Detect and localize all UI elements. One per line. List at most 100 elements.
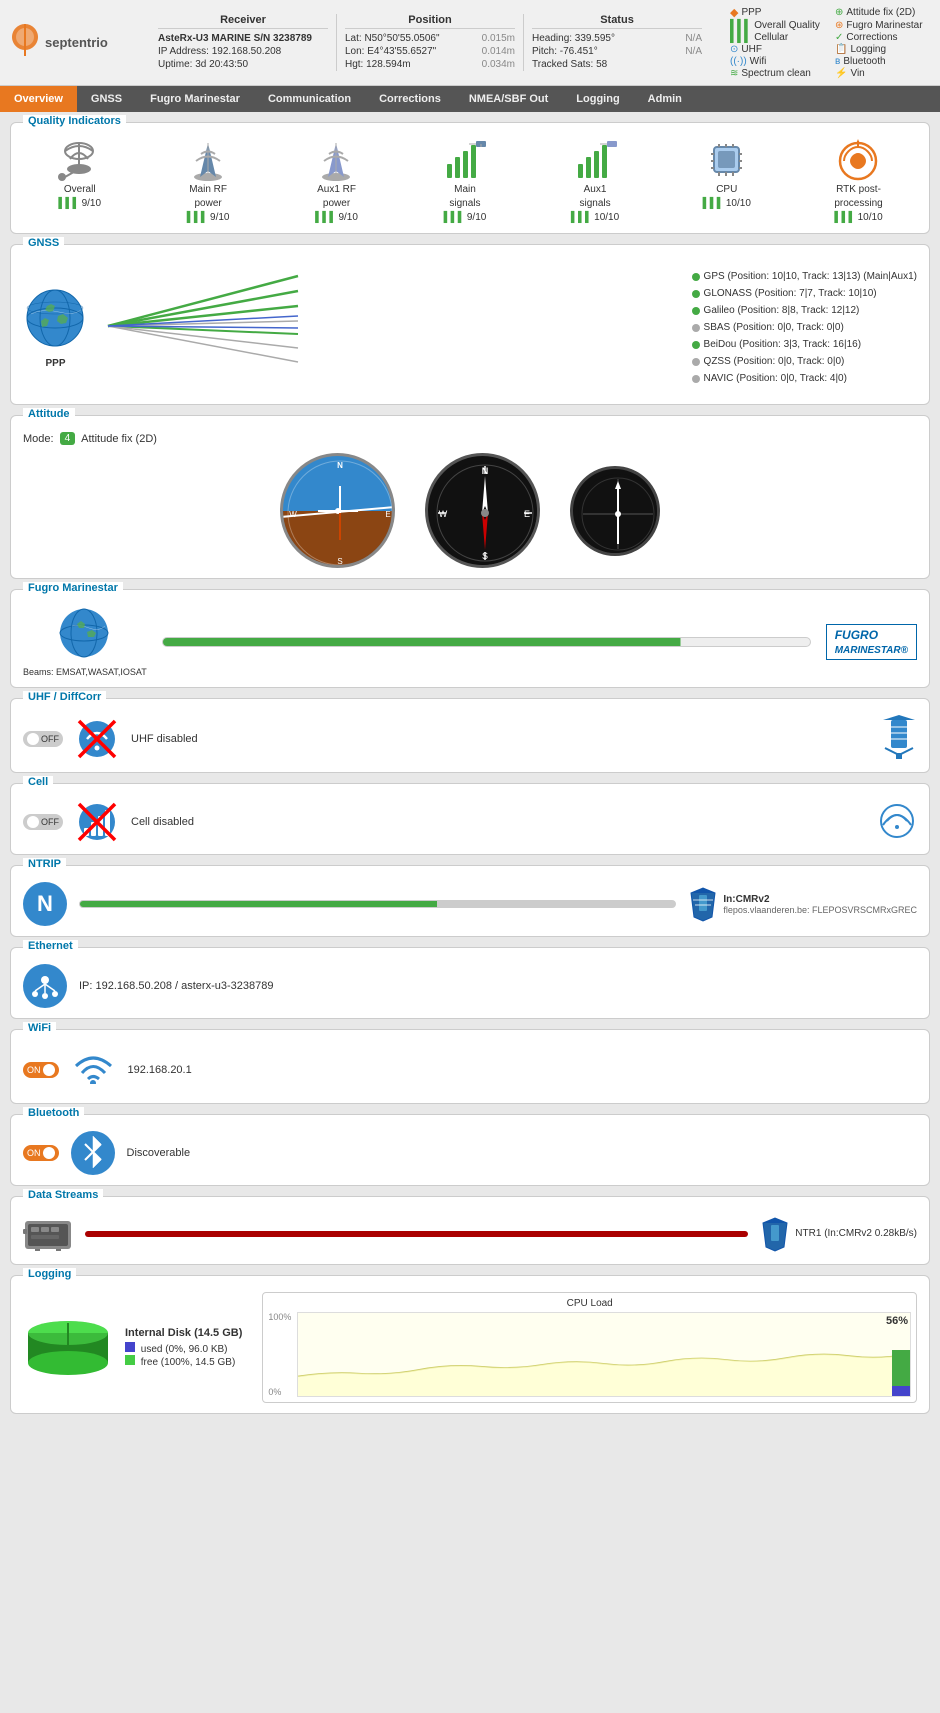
nav-logging[interactable]: Logging bbox=[562, 86, 633, 112]
beidou-dot bbox=[692, 341, 700, 349]
cpu-bars-icon: ▌▌▌ bbox=[703, 198, 724, 209]
galileo-dot bbox=[692, 307, 700, 315]
ds-stream-label: NTR1 (In:CMRv2 0.28kB/s) bbox=[795, 1228, 917, 1239]
quality-grid: Overall ▌▌▌ 9/10 Main bbox=[23, 131, 917, 223]
overall-bars-icon: ▌▌▌ bbox=[58, 198, 79, 209]
aux1-signals-icon bbox=[573, 139, 618, 181]
spectrum-icon: ≋ bbox=[730, 68, 738, 79]
main-signals-icon bbox=[442, 139, 487, 181]
uhf-tower-icon bbox=[881, 715, 917, 762]
cpu-0-label: 0% bbox=[268, 1387, 291, 1397]
attitude-mode-text: Attitude fix (2D) bbox=[81, 433, 157, 445]
nav-corrections[interactable]: Corrections bbox=[365, 86, 455, 112]
quality-main-rf: Main RF power ▌▌▌ 9/10 bbox=[186, 139, 231, 223]
legend-quality-label: Overall Quality bbox=[754, 20, 820, 31]
glonass-info: GLONASS (Position: 7|7, Track: 10|10) bbox=[704, 285, 877, 302]
logging-section-title: Logging bbox=[23, 1268, 76, 1280]
pitch-value: N/A bbox=[685, 46, 702, 57]
fugro-content: Beams: EMSAT,WASAT,IOSAT FUGRO MARINESTA… bbox=[23, 598, 917, 677]
legend-ppp: ◆ PPP bbox=[730, 6, 825, 19]
cell-signal-icon bbox=[877, 801, 917, 844]
ntrip-n-icon: N bbox=[23, 882, 67, 926]
disk-used: used (0%, 96.0 KB) bbox=[125, 1342, 242, 1355]
logo: septentrio bbox=[10, 22, 130, 63]
legend-quality: ▌▌▌ Overall Quality bbox=[730, 20, 825, 31]
navigation: Overview GNSS Fugro Marinestar Communica… bbox=[0, 86, 940, 112]
wifi-ip: 192.168.20.1 bbox=[128, 1064, 192, 1076]
cell-disabled-icon bbox=[75, 800, 119, 844]
aux1-rf-score-value: 9/10 bbox=[338, 212, 357, 223]
gnss-title: GNSS bbox=[23, 237, 64, 249]
qzss-dot bbox=[692, 358, 700, 366]
position-lon: Lon: E4°43'55.6527" 0.014m bbox=[345, 45, 515, 58]
tracked-label: Tracked Sats: 58 bbox=[532, 59, 607, 70]
legend-attitude-label: Attitude fix (2D) bbox=[846, 7, 915, 18]
nav-gnss[interactable]: GNSS bbox=[77, 86, 136, 112]
legend-uhf-label: UHF bbox=[741, 44, 762, 55]
gnss-qzss: QZSS (Position: 0|0, Track: 0|0) bbox=[692, 353, 917, 370]
aux1-rf-icon bbox=[314, 139, 359, 181]
status-pitch: Pitch: -76.451° N/A bbox=[532, 45, 702, 58]
cpu-chart: 56% bbox=[297, 1312, 911, 1397]
rtk-score-value: 10/10 bbox=[858, 212, 883, 223]
nav-fugro[interactable]: Fugro Marinestar bbox=[136, 86, 254, 112]
bt-status-text: Discoverable bbox=[127, 1147, 191, 1159]
aux1-rf-bars-icon: ▌▌▌ bbox=[315, 212, 336, 223]
quality-cpu: CPU ▌▌▌ 10/10 bbox=[703, 139, 751, 223]
ntrip-title: NTRIP bbox=[23, 858, 66, 870]
aux1-signals-bars-icon: ▌▌▌ bbox=[571, 212, 592, 223]
main-rf-label: Main RF bbox=[189, 184, 227, 195]
gnss-system-list: GPS (Position: 10|10, Track: 13|13) (Mai… bbox=[692, 268, 917, 387]
main-rf-score-value: 9/10 bbox=[210, 212, 229, 223]
quality-rtk: RTK post- processing ▌▌▌ 10/10 bbox=[834, 139, 882, 223]
qzss-info: QZSS (Position: 0|0, Track: 0|0) bbox=[704, 353, 845, 370]
main-signals-bars-icon: ▌▌▌ bbox=[444, 212, 465, 223]
legend-bluetooth: ʙ Bluetooth bbox=[835, 56, 930, 67]
cell-toggle[interactable]: OFF bbox=[23, 814, 63, 830]
attitude-icon: ⊕ bbox=[835, 7, 843, 18]
svg-text:N: N bbox=[337, 461, 343, 470]
corrections-icon: ✓ bbox=[835, 32, 843, 43]
cellular-icon: ▌▌▌ bbox=[730, 32, 751, 43]
hgt-label: Hgt: 128.594m bbox=[345, 59, 411, 70]
cpu-y-axis: 100% 0% bbox=[268, 1312, 293, 1397]
gps-info: GPS (Position: 10|10, Track: 13|13) (Mai… bbox=[704, 268, 917, 285]
overall-score: ▌▌▌ 9/10 bbox=[58, 198, 101, 209]
navic-dot bbox=[692, 375, 700, 383]
uhf-icon: ⊙ bbox=[730, 44, 738, 55]
logging-section: Logging bbox=[10, 1275, 930, 1414]
legend-corrections: ✓ Corrections bbox=[835, 32, 930, 43]
nav-nmea[interactable]: NMEA/SBF Out bbox=[455, 86, 562, 112]
wifi-toggle[interactable]: ON bbox=[23, 1062, 59, 1078]
main-signals-score: ▌▌▌ 9/10 bbox=[444, 212, 487, 223]
status-section: Status Heading: 339.595° N/A Pitch: -76.… bbox=[524, 14, 710, 71]
legend-ppp-label: PPP bbox=[741, 7, 761, 18]
nav-overview[interactable]: Overview bbox=[0, 86, 77, 112]
heading-value: N/A bbox=[685, 33, 702, 44]
status-heading: Heading: 339.595° N/A bbox=[532, 32, 702, 45]
legend-spectrum-label: Spectrum clean bbox=[741, 68, 810, 79]
nav-admin[interactable]: Admin bbox=[634, 86, 696, 112]
disk-free: free (100%, 14.5 GB) bbox=[125, 1355, 242, 1368]
overall-label: Overall bbox=[64, 184, 96, 195]
bt-toggle[interactable]: ON bbox=[23, 1145, 59, 1161]
attitude-mode-label: Mode: bbox=[23, 433, 54, 445]
quality-aux1-rf: Aux1 RF power ▌▌▌ 9/10 bbox=[314, 139, 359, 223]
lon-label: Lon: E4°43'55.6527" bbox=[345, 46, 436, 57]
bluetooth-content: ON Discoverable bbox=[23, 1123, 917, 1175]
ppp-label: PPP bbox=[45, 358, 65, 369]
aux1-rf-score: ▌▌▌ 9/10 bbox=[315, 212, 358, 223]
logging-disk-area: Internal Disk (14.5 GB) used (0%, 96.0 K… bbox=[23, 1292, 242, 1403]
aux1-signals-label2: signals bbox=[579, 198, 610, 209]
wifi-toggle-label: ON bbox=[27, 1065, 41, 1075]
aux1-signals-score-value: 10/10 bbox=[594, 212, 619, 223]
uhf-disabled-icon bbox=[75, 717, 119, 761]
logo-icon bbox=[10, 22, 40, 63]
uhf-toggle[interactable]: OFF bbox=[23, 731, 63, 747]
cpu-chart-area: 100% 0% 56% bbox=[268, 1312, 911, 1397]
main-content: Quality Indicators Overall bbox=[0, 112, 940, 1434]
gps-dot bbox=[692, 273, 700, 281]
status-title: Status bbox=[532, 14, 702, 29]
nav-communication[interactable]: Communication bbox=[254, 86, 365, 112]
cpu-score: ▌▌▌ 10/10 bbox=[703, 198, 751, 209]
